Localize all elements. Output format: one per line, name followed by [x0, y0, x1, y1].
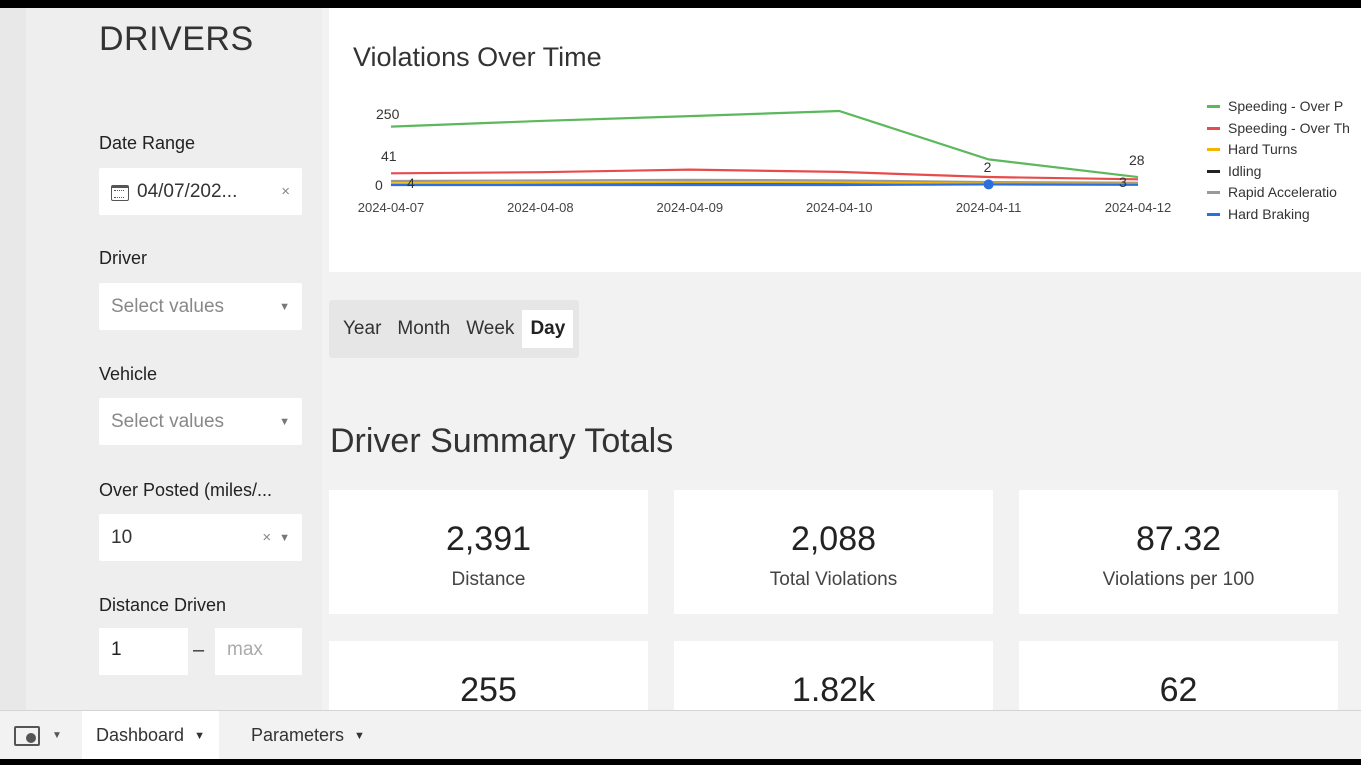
legend-item[interactable]: Speeding - Over P [1207, 96, 1350, 118]
chart-legend: Speeding - Over P Speeding - Over Th Hard … [1207, 96, 1350, 225]
legend-swatch [1207, 126, 1220, 130]
legend-item[interactable]: Speeding - Over Th [1207, 118, 1350, 140]
chevron-down-icon: ▼ [279, 415, 290, 428]
violations-chart-card: Violations Over Time 2024-04-07 2024-04-0… [329, 8, 1361, 272]
legend-label: Idling [1228, 162, 1262, 179]
distance-min-input[interactable]: 1 [99, 628, 188, 675]
driver-select[interactable]: Select values ▼ [99, 283, 302, 330]
tab-label: Parameters [251, 725, 345, 745]
chevron-down-icon[interactable]: ▼ [279, 532, 290, 544]
sidebar-edge [0, 8, 26, 718]
card-value: 1.82k [791, 671, 876, 709]
vehicle-label: Vehicle [99, 364, 158, 384]
summary-title: Driver Summary Totals [330, 422, 674, 460]
distance-max-input[interactable]: max [215, 628, 302, 675]
legend-item[interactable]: Rapid Acceleratio [1207, 182, 1350, 204]
summary-card: 1.82k [674, 641, 993, 721]
card-label: Violations per 100 [1102, 569, 1255, 590]
legend-label: Rapid Acceleratio [1228, 184, 1337, 200]
range-dash: – [193, 639, 205, 661]
legend-label: Hard Turns [1228, 141, 1298, 157]
chevron-down-icon: ▼ [279, 300, 290, 313]
legend-swatch [1207, 191, 1220, 195]
vehicle-placeholder: Select values [111, 410, 225, 432]
granularity-toggle: Year Month Week Day [329, 300, 580, 358]
legend-label: Speeding - Over Th [1228, 119, 1350, 136]
legend-item[interactable]: Idling [1207, 161, 1350, 183]
data-label: 0 [375, 177, 383, 193]
distance-driven-label: Distance Driven [99, 595, 227, 615]
card-label: Distance [451, 569, 526, 590]
clear-icon[interactable]: × [281, 183, 290, 200]
data-point [983, 179, 994, 190]
driver-label: Driver [99, 248, 147, 268]
card-label: Total Violations [769, 569, 898, 590]
app-frame: DRIVERS Date Range 04/07/202... × Driver… [0, 8, 1361, 759]
legend-item[interactable]: Hard Braking [1207, 204, 1350, 226]
filter-sidebar: DRIVERS Date Range 04/07/202... × Driver… [0, 8, 322, 718]
data-label: 2 [984, 159, 992, 175]
card-value: 62 [1159, 671, 1198, 709]
chevron-down-icon[interactable]: ▼ [52, 730, 62, 741]
date-range-label: Date Range [99, 133, 196, 153]
toggle-year[interactable]: Year [335, 310, 389, 348]
over-posted-value: 10 [111, 526, 133, 548]
summary-card-violations-per-100: 87.32 Violations per 100 [1019, 490, 1338, 614]
folder-icon[interactable] [14, 726, 40, 746]
series-line [391, 183, 1139, 187]
summary-card: 255 [329, 641, 648, 721]
sidebar-title: DRIVERS [99, 20, 254, 58]
toggle-week[interactable]: Week [458, 310, 522, 348]
tab-label: Dashboard [96, 725, 185, 745]
date-range-value: 04/07/202... [137, 180, 238, 202]
x-tick-label: 2024-04-12 [1105, 200, 1172, 215]
card-value: 2,391 [445, 520, 532, 558]
legend-swatch [1207, 212, 1220, 216]
tab-parameters[interactable]: Parameters ▼ [237, 711, 379, 759]
data-label: 28 [1129, 152, 1145, 168]
x-tick-label: 2024-04-09 [657, 200, 724, 215]
footer-tab-bar: ▼ Dashboard ▼ Parameters ▼ [0, 710, 1361, 759]
legend-item[interactable]: Hard Turns [1207, 139, 1350, 161]
legend-swatch [1207, 169, 1220, 173]
x-tick-label: 2024-04-11 [956, 200, 1022, 215]
tab-dashboard[interactable]: Dashboard ▼ [82, 711, 219, 759]
series-line [390, 168, 1139, 181]
data-label: 250 [376, 106, 400, 122]
summary-card: 62 [1019, 641, 1338, 721]
chevron-down-icon: ▼ [354, 729, 365, 742]
data-label: 3 [1119, 174, 1127, 190]
date-range-field[interactable]: 04/07/202... × [99, 168, 302, 215]
x-tick-label: 2024-04-08 [507, 200, 574, 215]
x-tick-label: 2024-04-07 [358, 200, 425, 215]
over-posted-select[interactable]: 10 × ▼ [99, 514, 302, 561]
calendar-icon [111, 184, 129, 201]
clear-icon[interactable]: × [262, 529, 271, 546]
data-label: 4 [407, 175, 415, 191]
chevron-down-icon: ▼ [194, 729, 205, 742]
card-value: 2,088 [790, 520, 877, 558]
data-label: 41 [381, 148, 397, 164]
over-posted-label: Over Posted (miles/... [99, 480, 273, 500]
legend-swatch [1207, 105, 1220, 109]
legend-label: Speeding - Over P [1228, 98, 1344, 114]
summary-card-distance: 2,391 Distance [329, 490, 648, 614]
toggle-day[interactable]: Day [522, 310, 574, 348]
vehicle-select[interactable]: Select values ▼ [99, 398, 302, 445]
card-value: 255 [460, 671, 517, 709]
card-value: 87.32 [1135, 520, 1222, 558]
legend-label: Hard Braking [1228, 205, 1310, 222]
toggle-month[interactable]: Month [389, 310, 458, 348]
x-tick-label: 2024-04-10 [806, 200, 873, 215]
series-line [390, 109, 1139, 179]
driver-placeholder: Select values [111, 295, 225, 317]
summary-card-total-violations: 2,088 Total Violations [674, 490, 993, 614]
legend-swatch [1207, 148, 1220, 152]
